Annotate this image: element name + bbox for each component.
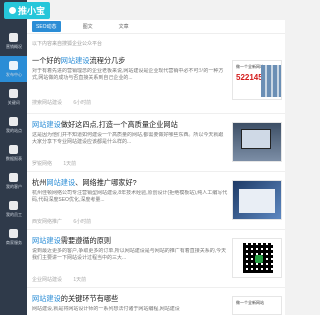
customer-icon — [9, 172, 18, 182]
article-meta: 企业网站建设 1天前 — [32, 276, 96, 283]
sidebar-item-keyword[interactable]: 关键词 — [0, 84, 27, 110]
article-time: 1天前 — [63, 161, 77, 167]
article-desc: 杭州佳顿网络公司专注营销型网站建设,8年技术经验,原创设计(拒绝模板站),纯人工… — [32, 190, 228, 203]
article-desc: 这是因为他们并不知道如何建设一个高质量的网站,都需要做好哪些东西。所以今天就跟大… — [32, 132, 224, 145]
article-title[interactable]: 网站建设需要遵循的原则 — [32, 236, 111, 246]
thumb-image — [241, 129, 271, 149]
article-thumbnail[interactable] — [232, 122, 282, 162]
title-suffix: 、网络推广哪家好? — [75, 178, 137, 187]
logo-text: 推小宝 — [18, 5, 46, 16]
service-icon — [9, 228, 18, 238]
sidebar-item-overview[interactable]: 营销概况 — [0, 28, 27, 54]
dashboard-icon — [9, 32, 18, 42]
title-suffix: 的关键环节有哪些 — [60, 294, 119, 303]
publish-icon — [9, 60, 18, 70]
title-keyword: 网站建设 — [32, 120, 61, 129]
article-title[interactable]: 一个好的网站建设流程分几步 — [32, 56, 125, 66]
article-desc: 对于有着先进的营销理念的企业老板来说,网站建设是企业现代营销中必不可少的一种方式… — [32, 68, 224, 81]
keyword-icon — [9, 88, 18, 98]
article-thumbnail[interactable] — [232, 238, 282, 278]
article-time: 1天前 — [73, 277, 87, 283]
article-time: 6小时前 — [73, 219, 92, 225]
article-item[interactable]: 网站建设需要遵循的原则 说到最近更多的客户,争取更多的订单,所以网站建设是与网站… — [27, 230, 285, 288]
sidebar-item-label: 我的员工 — [5, 211, 22, 217]
article-item[interactable]: 一个好的网站建设流程分几步 对于有着先进的营销理念的企业老板来说,网站建设是企业… — [27, 56, 285, 114]
sidebar-item-customer[interactable]: 我的客户 — [0, 168, 27, 194]
sidebar-item-publish[interactable]: 发布中心 — [0, 56, 27, 82]
title-keyword: 网站建设 — [32, 236, 61, 245]
tab-bar: SEO动态 图文 文章 — [27, 20, 285, 34]
article-thumbnail[interactable]: 做一个全新网站 52214574 — [232, 60, 282, 100]
article-desc: 网站建设,就是将网站设计师的一系列想法付诸于网站编程,网站建设 — [32, 306, 180, 312]
thumb-image — [239, 189, 275, 213]
report-icon — [9, 144, 18, 154]
article-thumbnail[interactable] — [232, 180, 282, 220]
logo-badge: 推小宝 — [4, 1, 51, 19]
title-suffix: 流程分几步 — [89, 56, 126, 65]
sidebar-item-label: 数据报表 — [5, 155, 22, 161]
tab-image-text[interactable]: 图文 — [79, 21, 97, 32]
site-icon — [9, 116, 18, 126]
staff-icon — [9, 200, 18, 210]
source-subtitle: 以下内容来自搜狐企业公众平台 — [32, 41, 103, 47]
sidebar: 营销概况 发布中心 关键词 我的站点 数据报表 我的客户 我的员工 商家服务 — [0, 0, 27, 315]
title-keyword: 网站建设 — [60, 56, 90, 65]
thumb-caption: 做一个全新网站 — [236, 300, 264, 305]
title-keyword: 网站建设 — [46, 178, 76, 187]
article-title[interactable]: 网站建设做好这四点,打造一个高质量企业网站 — [32, 120, 178, 130]
title-suffix: 需要遵循的原则 — [60, 236, 112, 245]
sidebar-item-report[interactable]: 数据报表 — [0, 140, 27, 166]
title-prefix: 一个好的 — [32, 56, 61, 65]
content-panel: SEO动态 图文 文章 以下内容来自搜狐企业公众平台 一个好的网站建设流程分几步… — [27, 20, 285, 315]
title-prefix: 杭州 — [32, 178, 47, 187]
logo: 推小宝 — [0, 0, 72, 20]
article-meta: 罗锐网络 1天前 — [32, 160, 86, 167]
article-source: 罗锐网络 — [32, 161, 53, 167]
article-item[interactable]: 网站建设做好这四点,打造一个高质量企业网站 这是因为他们并不知道如何建设一个高质… — [27, 114, 285, 172]
article-source: 搜索网站建设 — [32, 100, 63, 106]
article-meta: 西安网络推广 6小时前 — [32, 218, 101, 225]
sidebar-item-staff[interactable]: 我的员工 — [0, 196, 27, 222]
title-keyword: 网站建设 — [32, 294, 61, 303]
tab-article[interactable]: 文章 — [115, 21, 133, 32]
article-meta: 搜索网站建设 6小时前 — [32, 99, 101, 106]
sidebar-item-site[interactable]: 我的站点 — [0, 112, 27, 138]
article-source: 西安网络推广 — [32, 219, 63, 225]
sidebar-item-label: 关键词 — [7, 99, 20, 105]
article-desc: 说到最近更多的客户,争取更多的订单,所以网站建设是与网站的推广有着直接关系的,今… — [32, 248, 227, 261]
wechat-icon — [255, 255, 263, 263]
sidebar-item-label: 营销概况 — [5, 43, 22, 49]
article-item[interactable]: 杭州网站建设、网络推广哪家好? 杭州佳顿网络公司专注营销型网站建设,8年技术经验… — [27, 172, 285, 230]
article-time: 6小时前 — [73, 100, 92, 106]
tab-seo[interactable]: SEO动态 — [32, 21, 61, 32]
sidebar-item-label: 商家服务 — [5, 239, 22, 245]
article-title[interactable]: 网站建设的关键环节有哪些 — [32, 294, 118, 304]
article-title[interactable]: 杭州网站建设、网络推广哪家好? — [32, 178, 137, 188]
article-item[interactable]: 网站建设的关键环节有哪些 网站建设,就是将网站设计师的一系列想法付诸于网站编程,… — [27, 288, 285, 315]
title-suffix: 做好这四点,打造一个高质量企业网站 — [60, 120, 178, 129]
article-thumbnail[interactable]: 做一个全新网站 — [232, 296, 282, 315]
sidebar-item-label: 我的站点 — [5, 127, 22, 133]
logo-icon — [9, 6, 16, 14]
sidebar-item-label: 发布中心 — [5, 71, 22, 77]
sidebar-item-service[interactable]: 商家服务 — [0, 224, 27, 250]
sidebar-item-label: 我的客户 — [5, 183, 22, 189]
thumb-image — [261, 65, 281, 97]
thumb-caption: 做一个全新网站 — [236, 64, 264, 69]
article-source: 企业网站建设 — [32, 277, 63, 283]
